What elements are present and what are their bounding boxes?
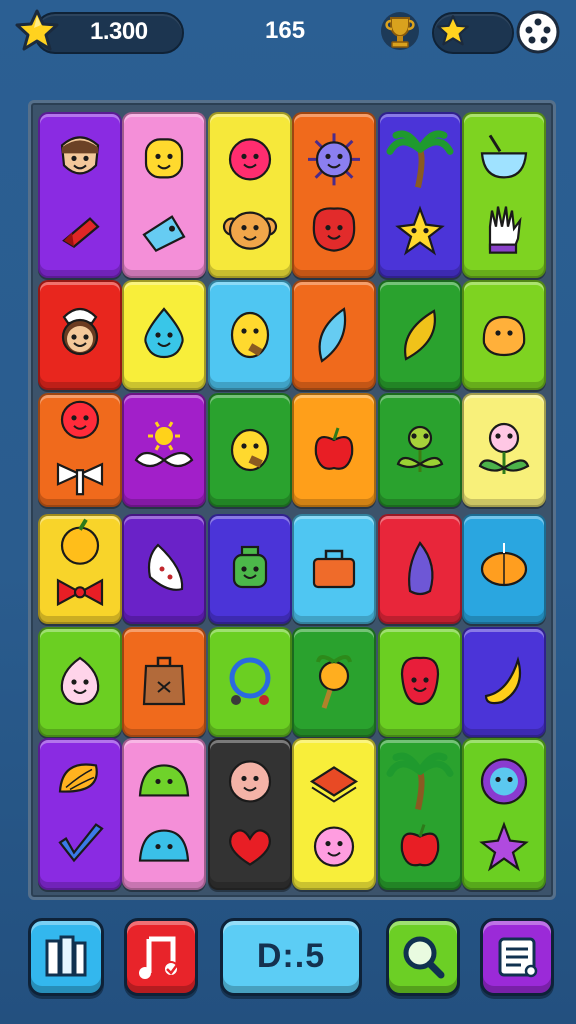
list-icon [498,937,538,978]
sun-bird-icon [134,421,194,468]
red-lollipop-icon [56,400,104,496]
magnifier-icon [403,936,445,979]
trophy-icon[interactable] [380,10,420,52]
palm-tree-icon [386,752,454,867]
yellow-blob-icon [142,138,186,253]
dots-menu-icon[interactable] [516,10,560,54]
tile-yellow-leaf[interactable] [378,280,462,390]
orange-blob-icon [482,315,526,357]
yellow-lemon-face-icon [230,311,270,359]
cook-woman-icon [61,307,99,356]
yellow-chick-icon [230,428,270,472]
tile-yellow-banana[interactable] [462,627,546,737]
purple-crystal-icon [408,541,434,596]
tile-red-apple[interactable] [292,393,376,507]
blue-drop-face-icon [144,307,184,359]
tile-red-raspberry[interactable] [378,627,462,737]
tile-red-stack[interactable] [292,738,376,890]
orange-fruit-stick-icon [316,655,352,709]
bookshelf-icon [45,935,87,977]
tile-blue-face-ring[interactable] [462,738,546,890]
tile-sun-bird[interactable] [122,393,206,507]
tile-green-robot[interactable] [208,514,292,624]
tile-green-slime[interactable] [122,738,206,890]
tile-palm-tree[interactable] [378,112,462,278]
tile-blue-leaf[interactable] [292,280,376,390]
score-value: 1.300 [90,18,148,45]
timer-label: D:.5 [256,937,326,975]
face-man-icon [60,136,100,248]
tile-orange-shell[interactable] [38,738,122,890]
yellow-banana-icon [484,656,522,705]
tile-orange-blob[interactable] [462,280,546,390]
list-button[interactable] [480,918,554,996]
blue-face-ring-icon [479,758,529,872]
tile-pink-ball[interactable] [208,112,292,278]
yellow-apple-icon [56,518,104,607]
yellow-leaf-icon [404,309,436,361]
tile-white-feather[interactable] [122,514,206,624]
tile-palm-tree[interactable] [378,738,462,890]
tile-green-sprout[interactable] [378,393,462,507]
red-stack-icon [309,766,359,867]
green-slime-icon [138,764,190,862]
pink-face-icon [228,760,272,866]
tile-purple-crystal[interactable] [378,514,462,624]
orange-shell-icon [58,763,104,863]
green-sprout-icon [396,425,444,472]
tile-blue-bowl[interactable] [462,112,546,278]
green-robot-icon [232,545,268,589]
tile-blue-ring[interactable] [208,627,292,737]
tile-yellow-chick[interactable] [208,393,292,507]
tile-pink-flower[interactable] [462,393,546,507]
tile-red-lollipop[interactable] [38,393,122,507]
tile-pink-face[interactable] [208,738,292,890]
tile-yellow-apple[interactable] [38,514,122,624]
tile-yellow-blob[interactable] [122,112,206,278]
tile-face-man[interactable] [38,112,122,278]
star-icon [15,9,59,51]
orange-bag-icon [312,549,356,589]
tile-pink-ghost[interactable] [38,627,122,737]
tile-yellow-lemon-face[interactable] [208,280,292,390]
orange-pumpkin-icon [480,543,528,587]
pink-ball-icon [222,138,278,250]
book-button[interactable] [28,918,104,996]
music-note-icon [139,936,179,979]
tile-brown-sack[interactable] [122,627,206,737]
rating-star-icon [437,15,469,46]
purple-sun-icon [308,133,360,252]
tile-orange-bag[interactable] [292,514,376,624]
music-button[interactable] [124,918,198,996]
search-button[interactable] [386,918,460,996]
red-raspberry-icon [400,656,440,706]
tile-cook-woman[interactable] [38,280,122,390]
palm-tree-icon [386,130,454,256]
tile-orange-pumpkin[interactable] [462,514,546,624]
timer-button[interactable]: D:.5 [220,918,362,996]
pink-flower-icon [478,422,530,474]
tile-blue-drop-face[interactable] [122,280,206,390]
blue-bowl-icon [480,134,528,254]
white-feather-icon [147,543,184,591]
blue-leaf-icon [318,307,347,363]
red-apple-icon [314,427,354,470]
pink-ghost-icon [60,656,100,706]
tile-orange-fruit-stick[interactable] [292,627,376,737]
brown-sack-icon [142,656,186,706]
blue-ring-icon [229,657,271,705]
tile-purple-sun[interactable] [292,112,376,278]
center-counter: 165 [265,17,306,44]
